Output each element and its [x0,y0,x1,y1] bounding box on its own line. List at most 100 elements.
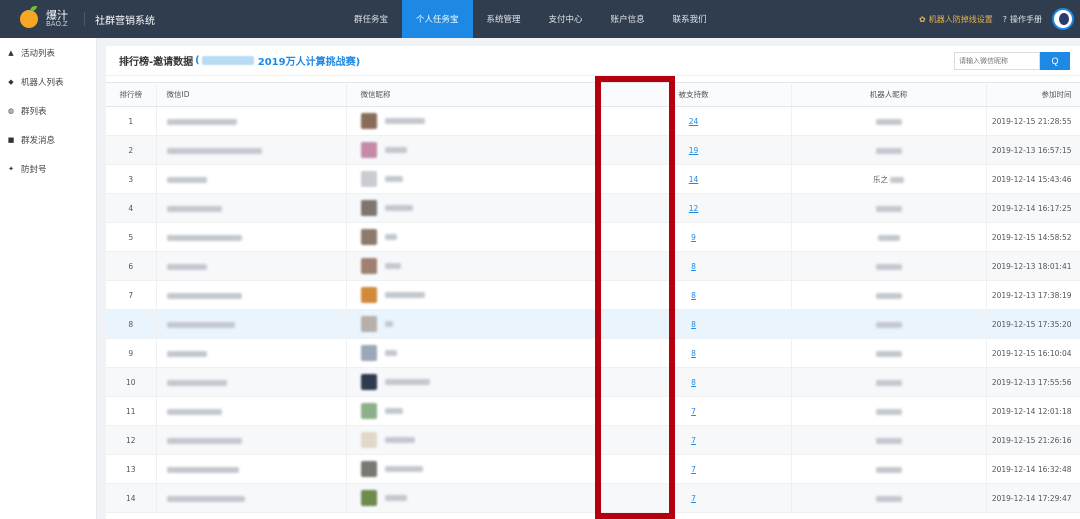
table-row[interactable]: 4 12 2019-12-14 16:17:25 [106,193,1080,223]
wechat-id-cell [156,454,347,484]
bot-offline-settings-link[interactable]: ✿ 机器人防掉线设置 [919,14,993,25]
sidebar-item[interactable]: ▲ 活动列表 [0,38,96,67]
orange-logo-icon [20,6,38,28]
col-support-count[interactable]: 被支持数 [596,82,792,107]
support-count-link[interactable]: 8 [691,262,696,271]
support-count-link[interactable]: 7 [691,436,696,445]
bot-nickname-text: 乐之 [873,174,888,184]
bot-nickname-cell [791,367,987,397]
support-count-link[interactable]: 14 [689,175,699,184]
group-icon: ◍ [7,106,15,115]
user-avatar-thumbnail [360,345,377,361]
rank-cell: 7 [106,280,157,310]
redacted-bot-nickname [875,466,902,473]
nickname-search-input[interactable] [954,52,1040,70]
table-row[interactable]: 10 8 2019-12-13 17:55:56 [106,367,1080,397]
support-count-cell: 19 [596,135,792,165]
wechat-id-cell [156,135,347,165]
wechat-nickname-cell [346,454,597,484]
col-wechat-nickname[interactable]: 微信昵称 [346,82,597,107]
rank-cell: 8 [106,309,157,339]
support-count-link[interactable]: 8 [691,320,696,329]
table-row[interactable]: 11 7 2019-12-14 12:01:18 [106,396,1080,426]
table-row[interactable]: 12 7 2019-12-15 21:26:16 [106,425,1080,455]
redacted-wechat-id [166,205,222,212]
join-time-cell: 2019-12-13 17:38:19 [986,280,1080,310]
col-bot-nickname[interactable]: 机器人昵称 [791,82,987,107]
message-icon: ■ [7,135,15,144]
search-button[interactable]: Q [1040,52,1070,70]
redacted-wechat-id [166,379,227,386]
redacted-wechat-id [166,321,235,328]
join-time-cell: 2019-12-14 16:17:25 [986,193,1080,223]
support-count-link[interactable]: 12 [689,204,699,213]
brand-name-en: BAO.Z [46,20,68,28]
wechat-nickname-cell [346,425,597,455]
table-row[interactable]: 8 8 2019-12-15 17:35:20 [106,309,1080,339]
wechat-id-cell [156,193,347,223]
top-nav-item[interactable]: 支付中心 [535,0,597,38]
brand-logo[interactable]: 爆汁 BAO.Z [0,0,84,38]
support-count-link[interactable]: 8 [691,291,696,300]
rank-cell: 4 [106,193,157,223]
support-count-link[interactable]: 19 [689,146,699,155]
table-row[interactable]: 2 19 2019-12-13 16:57:15 [106,135,1080,165]
support-count-link[interactable]: 8 [691,378,696,387]
user-avatar-thumbnail [360,461,377,477]
support-count-link[interactable]: 24 [689,117,699,126]
user-avatar[interactable] [1052,8,1074,30]
rank-cell: 11 [106,396,157,426]
table-row[interactable]: 9 8 2019-12-15 16:10:04 [106,338,1080,368]
support-count-cell: 7 [596,396,792,426]
brand-text: 爆汁 BAO.Z [46,10,68,28]
table-row[interactable]: 13 7 2019-12-14 16:32:48 [106,454,1080,484]
sidebar-item-label: 机器人列表 [21,77,64,88]
sidebar-item[interactable]: ◆ 机器人列表 [0,67,96,96]
wechat-id-cell [156,483,347,513]
rank-cell: 14 [106,483,157,513]
support-count-link[interactable]: 9 [691,233,696,242]
top-right-links: ✿ 机器人防掉线设置 ? 操作手册 [919,0,1074,38]
bot-nickname-cell [791,135,987,165]
sidebar-item-label: 防封号 [21,164,47,175]
top-nav-item[interactable]: 联系我们 [659,0,721,38]
rank-cell: 6 [106,251,157,281]
table-row[interactable]: 3 14 乐之 2019-12-14 15:43:46 [106,164,1080,194]
redacted-nickname [384,350,397,356]
wechat-id-cell [156,396,347,426]
redacted-wechat-id [166,437,242,444]
sidebar-item[interactable]: ■ 群发消息 [0,125,96,154]
table-row[interactable]: 6 8 2019-12-13 18:01:41 [106,251,1080,281]
manual-link[interactable]: ? 操作手册 [1003,14,1042,25]
redacted-nickname [384,466,423,472]
support-count-cell: 8 [596,280,792,310]
support-count-link[interactable]: 7 [691,494,696,503]
bot-nickname-cell [791,106,987,136]
support-count-link[interactable]: 7 [691,465,696,474]
bot-nickname-cell [791,193,987,223]
table-row[interactable]: 14 7 2019-12-14 17:29:47 [106,483,1080,513]
top-nav-item[interactable]: 账户信息 [597,0,659,38]
page-header: 排行榜-邀请数据 ( 2019万人计算挑战赛) Q [106,46,1080,76]
top-nav-item[interactable]: 群任务宝 [340,0,402,38]
table-row[interactable]: 7 8 2019-12-13 17:38:19 [106,280,1080,310]
sidebar-item[interactable]: ✦ 防封号 [0,154,96,183]
col-wechat-id[interactable]: 微信ID [156,82,347,107]
join-time-cell: 2019-12-14 15:43:46 [986,164,1080,194]
support-count-link[interactable]: 7 [691,407,696,416]
join-time-cell: 2019-12-15 16:10:04 [986,338,1080,368]
sidebar-item-label: 活动列表 [21,48,56,59]
redacted-nickname [384,495,407,501]
table-row[interactable]: 1 24 2019-12-15 21:28:55 [106,106,1080,136]
bot-nickname-cell [791,454,987,484]
join-time-cell: 2019-12-15 21:26:16 [986,425,1080,455]
sidebar-item[interactable]: ◍ 群列表 [0,96,96,125]
top-nav-item[interactable]: 个人任务宝 [402,0,473,38]
col-rank[interactable]: 排行榜 [106,82,157,107]
top-nav-item[interactable]: 系统管理 [473,0,535,38]
col-join-time[interactable]: 参加时间 [986,82,1080,107]
support-count-link[interactable]: 8 [691,349,696,358]
table-row[interactable]: 5 9 2019-12-15 14:58:52 [106,222,1080,252]
redacted-nickname [384,292,425,298]
rank-cell: 1 [106,106,157,136]
